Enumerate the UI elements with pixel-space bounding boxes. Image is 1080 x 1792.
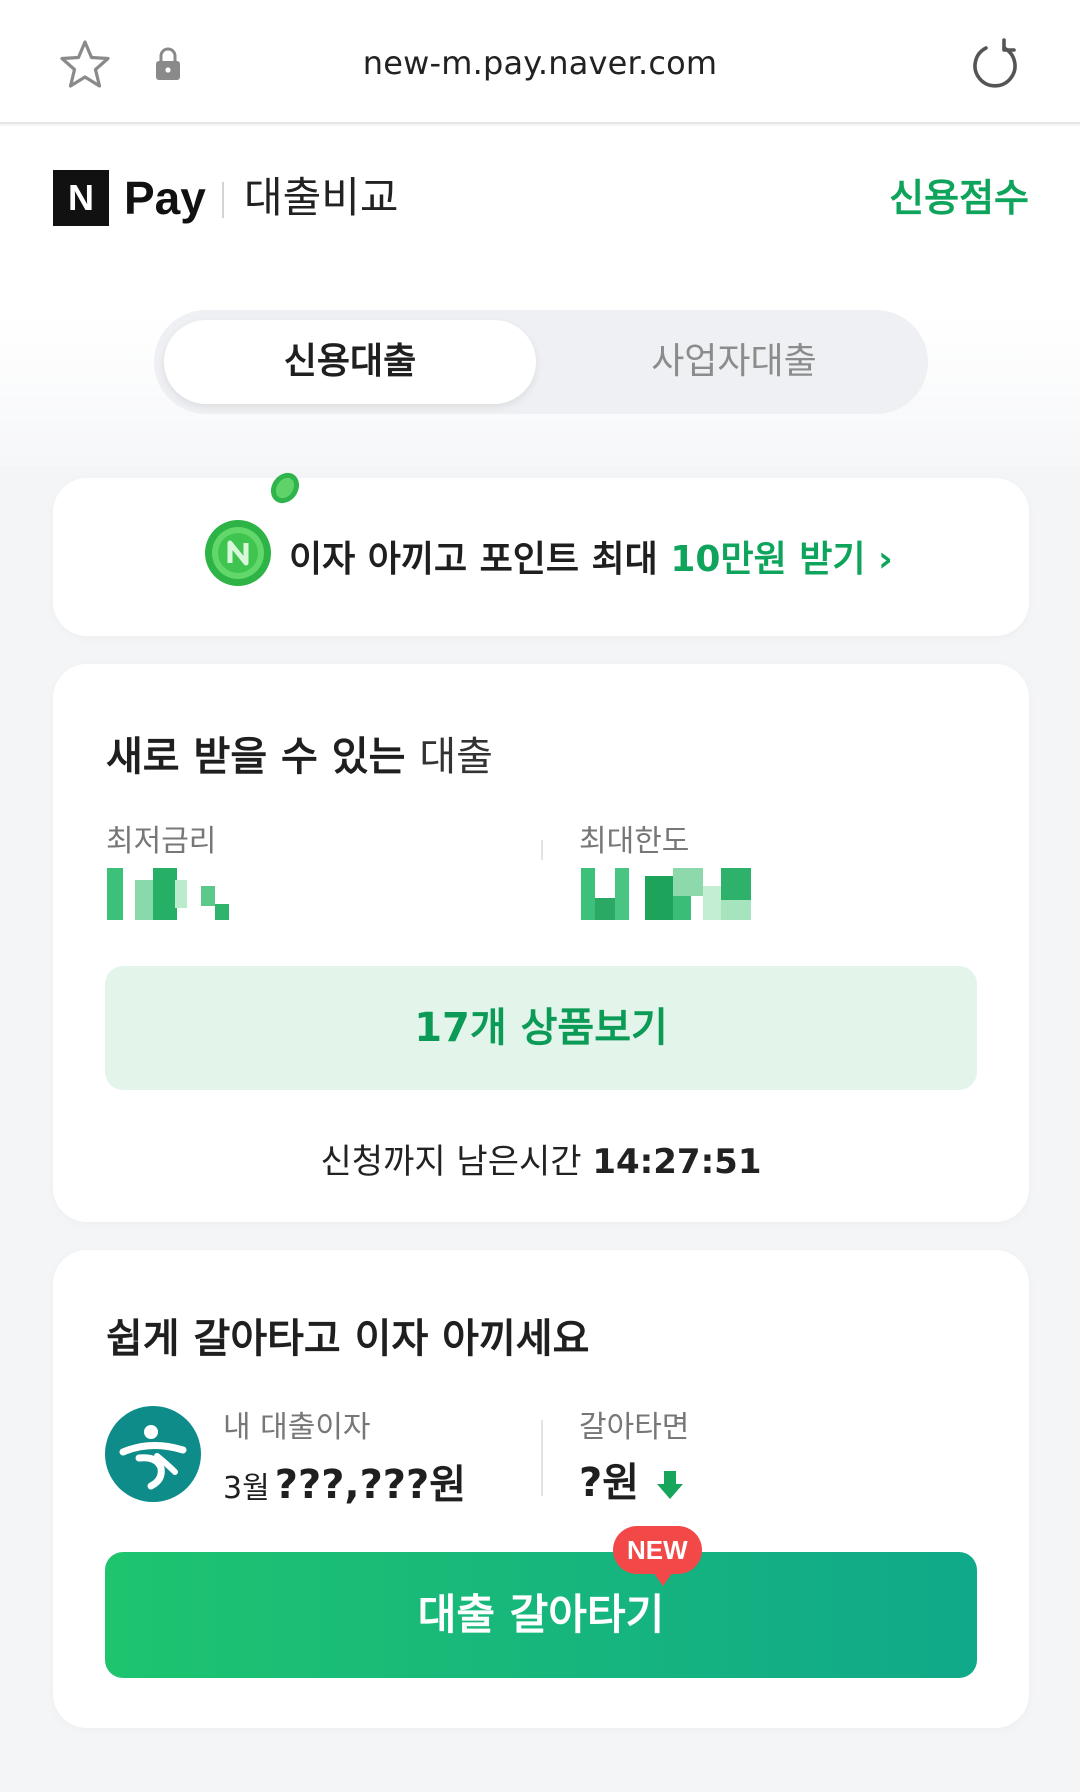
logo-divider: [222, 182, 224, 218]
interest-month: 3월: [223, 1471, 270, 1506]
promo-text-highlight: 10만원 받기: [670, 539, 866, 580]
tab-credit-loan[interactable]: 신용대출: [164, 320, 536, 404]
service-name: 대출비교: [244, 173, 399, 222]
my-interest-value: 3월 ???,???원: [223, 1452, 466, 1510]
npay-logo-mark[interactable]: N: [53, 170, 109, 226]
if-switched-label: 갈아타면: [579, 1410, 690, 1445]
loan-type-tabs: 신용대출 사업자대출: [154, 310, 928, 414]
refinance-card: 쉽게 갈아타고 이자 아끼세요 내 대출이자 3월 ???,???원 갈아타면 …: [53, 1250, 1029, 1728]
promo-text-prefix: 이자 아끼고 포인트 최대: [289, 539, 658, 580]
stats-divider: [541, 840, 543, 860]
arrow-down-icon: [656, 1471, 683, 1499]
my-interest-label: 내 대출이자: [223, 1410, 371, 1445]
apply-timer: 신청까지 남은시간 14:27:51: [53, 1134, 1029, 1183]
tab-business-loan[interactable]: 사업자대출: [548, 320, 920, 404]
new-loans-title: 새로 받을 수 있는 대출: [106, 724, 493, 782]
view-products-button[interactable]: 17개 상품보기: [105, 966, 977, 1090]
bank-symbol-icon: [119, 1425, 187, 1490]
points-promo-banner[interactable]: 이자 아끼고 포인트 최대 10만원 받기 ›: [53, 472, 1029, 636]
npay-logo-text[interactable]: Pay: [124, 170, 206, 226]
interest-amount: ???,???원: [274, 1462, 466, 1508]
chevron-right-icon: ›: [878, 539, 893, 580]
new-badge: NEW: [613, 1526, 702, 1586]
n-point-coin-icon: [205, 520, 271, 586]
credit-score-link[interactable]: 신용점수: [889, 170, 1029, 226]
switched-amount: ?원: [579, 1460, 640, 1506]
new-loans-card: 새로 받을 수 있는 대출 최저금리 최대한도 17개 상품보기 신청까지 남은…: [53, 664, 1029, 1222]
small-coin-icon: [270, 472, 300, 504]
new-loans-title-light: 대출: [419, 734, 493, 780]
promo-text: 이자 아끼고 포인트 최대 10만원 받기 ›: [289, 530, 893, 582]
min-rate-value-blurred: [107, 868, 237, 920]
refinance-loan-button[interactable]: 대출 갈아타기: [105, 1552, 977, 1678]
refinance-divider: [541, 1420, 543, 1496]
new-loans-title-bold: 새로 받을 수 있는: [106, 734, 406, 780]
max-limit-value-blurred: [581, 868, 769, 920]
browser-bar: new-m.pay.naver.com: [0, 0, 1080, 124]
timer-value: 14:27:51: [592, 1142, 762, 1182]
max-limit-label: 최대한도: [579, 824, 690, 859]
min-rate-label: 최저금리: [106, 824, 217, 859]
refinance-title: 쉽게 갈아타고 이자 아끼세요: [106, 1316, 590, 1362]
hana-bank-logo: [105, 1406, 201, 1502]
address-bar-url[interactable]: new-m.pay.naver.com: [0, 44, 1080, 82]
timer-label: 신청까지 남은시간: [320, 1142, 582, 1182]
reload-icon[interactable]: [968, 38, 1022, 92]
if-switched-value: ?원: [579, 1450, 685, 1508]
